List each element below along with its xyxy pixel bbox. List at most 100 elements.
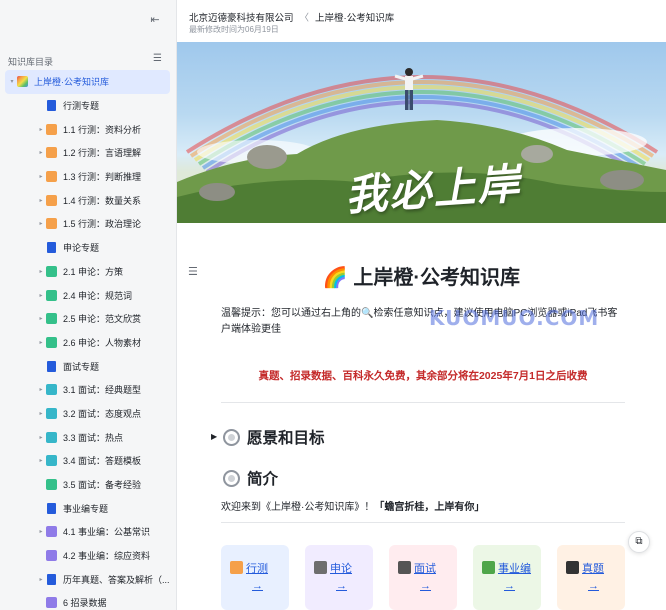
sidebar-item[interactable]: ▸ 2.5 申论：范文欣赏 bbox=[0, 307, 176, 331]
topic-icon bbox=[566, 561, 579, 575]
sheet-icon bbox=[46, 289, 57, 301]
sheet-icon bbox=[46, 479, 57, 491]
sidebar-item[interactable]: ▸ 3.3 面试：热点 bbox=[0, 425, 176, 449]
sidebar-item-label: 3.5 面试：备考经验 bbox=[63, 480, 142, 491]
sidebar-item[interactable]: ▸ 2.4 申论：规范词 bbox=[0, 283, 176, 307]
topic-card-link[interactable]: 行测 bbox=[246, 563, 268, 575]
sidebar-item-label: 行测专题 bbox=[63, 101, 100, 112]
expand-arrow-icon[interactable]: ▸ bbox=[36, 339, 46, 346]
sidebar-item-label: 4.2 事业编：综应资料 bbox=[63, 551, 151, 562]
expand-arrow-icon[interactable]: ▸ bbox=[36, 292, 46, 299]
sidebar-item[interactable]: ▸ 2.6 申论：人物素材 bbox=[0, 331, 176, 355]
tip-prefix: 温馨提示：您可以通过右上角的 bbox=[221, 308, 361, 319]
heading-vision-text: 愿景和目标 bbox=[247, 430, 325, 447]
arrow-right-icon[interactable]: → bbox=[504, 580, 541, 592]
breadcrumb-separator: 〈 bbox=[299, 13, 310, 24]
topic-card-link[interactable]: 事业编 bbox=[498, 563, 531, 575]
sidebar-item-label: 2.5 申论：范文欣赏 bbox=[63, 314, 142, 325]
topic-card[interactable]: 事业编 → bbox=[473, 545, 541, 610]
heading-intro: 简介 bbox=[223, 467, 278, 489]
sidebar-item[interactable]: 4.2 事业编：综应资料 bbox=[0, 544, 176, 568]
sidebar-item[interactable]: 事业编专题 bbox=[0, 496, 176, 520]
topic-card-link[interactable]: 真题 bbox=[582, 563, 604, 575]
sidebar-item[interactable]: ▸ 1.4 行测：数量关系 bbox=[0, 188, 176, 212]
breadcrumb-root[interactable]: 北京迈德豪科技有限公司 bbox=[189, 13, 294, 24]
sidebar-item[interactable]: ▸ 1.3 行测：判断推理 bbox=[0, 165, 176, 189]
sheet-icon bbox=[46, 147, 57, 159]
sidebar: ⇤ 知识库目录 ☰ ▾ 上岸橙·公考知识库 行测专题 ▸ 1.1 行测：资料分析 ▸ 1.2… bbox=[0, 0, 177, 610]
sheet-icon bbox=[46, 384, 57, 396]
knowledge-tree: ▾ 上岸橙·公考知识库 行测专题 ▸ 1.1 行测：资料分析 ▸ 1.2 行测：言语理解 ▸ 1… bbox=[0, 70, 176, 610]
sidebar-item[interactable]: 3.5 面试：备考经验 bbox=[0, 473, 176, 497]
arrow-right-icon[interactable]: → bbox=[336, 580, 373, 592]
topic-card[interactable]: 真题 → bbox=[557, 545, 625, 610]
intro-paragraph: 欢迎来到《上岸橙·公考知识库》！「蟾宫折桂，上岸有你」 bbox=[221, 498, 484, 513]
sidebar-item[interactable]: ▸ 2.1 申论：方策 bbox=[0, 260, 176, 284]
topic-card-link[interactable]: 面试 bbox=[414, 563, 436, 575]
sheet-icon bbox=[46, 407, 57, 419]
copy-link-icon[interactable]: ⧉ bbox=[628, 531, 650, 553]
topic-icon bbox=[398, 561, 411, 575]
topic-card-link[interactable]: 申论 bbox=[330, 563, 352, 575]
sidebar-item-label: 2.4 申论：规范词 bbox=[63, 290, 133, 301]
expand-arrow-icon[interactable]: ▸ bbox=[36, 315, 46, 322]
page-title-text: 上岸橙·公考知识库 bbox=[353, 267, 521, 289]
arrow-right-icon[interactable]: → bbox=[420, 580, 457, 592]
sidebar-item[interactable]: ▸ 历年真题、答案及解析（... bbox=[0, 567, 176, 591]
page-title: 🌈 上岸橙·公考知识库 bbox=[177, 261, 666, 290]
arrow-right-icon[interactable]: → bbox=[252, 580, 289, 592]
doc-icon bbox=[47, 360, 56, 372]
expand-arrow-icon[interactable]: ▶ bbox=[211, 432, 217, 441]
topic-card[interactable]: 申论 → bbox=[305, 545, 373, 610]
expand-arrow-icon[interactable]: ▸ bbox=[36, 528, 46, 535]
expand-arrow-icon[interactable]: ▸ bbox=[36, 410, 46, 417]
topic-cards: 行测 → 申论 → 面试 → 事业编 → 真题 → bbox=[221, 545, 625, 610]
expand-arrow-icon[interactable]: ▸ bbox=[36, 197, 46, 204]
sheet-icon bbox=[46, 194, 57, 206]
sidebar-item[interactable]: ▸ 3.4 面试：答题模板 bbox=[0, 449, 176, 473]
search-icon: 🔍 bbox=[361, 308, 374, 319]
sheet-icon bbox=[46, 526, 57, 538]
expand-arrow-icon[interactable]: ▸ bbox=[36, 126, 46, 133]
sidebar-item[interactable]: 面试专题 bbox=[0, 354, 176, 378]
topic-card[interactable]: 面试 → bbox=[389, 545, 457, 610]
sidebar-item-label: 1.2 行测：言语理解 bbox=[63, 148, 142, 159]
divider bbox=[221, 522, 625, 523]
breadcrumb-current[interactable]: 上岸橙·公考知识库 bbox=[315, 13, 394, 24]
toc-title: 知识库目录 bbox=[8, 57, 54, 67]
collapse-sidebar-icon[interactable]: ⇤ bbox=[148, 13, 162, 27]
sidebar-item[interactable]: 6 招录数据 bbox=[0, 591, 176, 610]
sidebar-item[interactable]: ▸ 3.2 面试：态度观点 bbox=[0, 402, 176, 426]
topic-card[interactable]: 行测 → bbox=[221, 545, 289, 610]
last-modified: 最新修改时间为06月19日 bbox=[189, 25, 279, 34]
sidebar-item[interactable]: ▸ 4.1 事业编：公基常识 bbox=[0, 520, 176, 544]
expand-arrow-icon[interactable]: ▸ bbox=[36, 576, 46, 583]
list-settings-icon[interactable]: ☰ bbox=[153, 52, 162, 66]
circle-icon bbox=[223, 428, 240, 446]
sidebar-item[interactable]: ▸ 1.5 行测：政治理论 bbox=[0, 212, 176, 236]
sidebar-item[interactable]: 行测专题 bbox=[0, 94, 176, 118]
expand-arrow-icon[interactable]: ▸ bbox=[36, 268, 46, 275]
sidebar-item[interactable]: ▾ 上岸橙·公考知识库 bbox=[5, 70, 170, 94]
sidebar-item-label: 1.4 行测：数量关系 bbox=[63, 195, 142, 206]
rainbow-icon bbox=[17, 76, 28, 88]
sidebar-item[interactable]: ▸ 1.1 行测：资料分析 bbox=[0, 117, 176, 141]
arrow-right-icon[interactable]: → bbox=[588, 580, 625, 592]
sidebar-item-label: 面试专题 bbox=[63, 361, 100, 372]
expand-arrow-icon[interactable]: ▾ bbox=[7, 78, 17, 85]
expand-arrow-icon[interactable]: ▸ bbox=[36, 173, 46, 180]
expand-arrow-icon[interactable]: ▸ bbox=[36, 149, 46, 156]
expand-arrow-icon[interactable]: ▸ bbox=[36, 457, 46, 464]
sheet-icon bbox=[46, 431, 57, 443]
expand-arrow-icon[interactable]: ▸ bbox=[36, 386, 46, 393]
sidebar-item[interactable]: 申论专题 bbox=[0, 236, 176, 260]
sheet-icon bbox=[46, 313, 57, 325]
sidebar-item[interactable]: ▸ 3.1 面试：经典题型 bbox=[0, 378, 176, 402]
expand-arrow-icon[interactable]: ▸ bbox=[36, 220, 46, 227]
watermark: KUOMUO.COM bbox=[429, 306, 600, 330]
breadcrumb: 北京迈德豪科技有限公司〈上岸橙·公考知识库 bbox=[189, 10, 394, 24]
doc-icon bbox=[47, 242, 56, 254]
sheet-icon bbox=[46, 171, 57, 183]
sidebar-item[interactable]: ▸ 1.2 行测：言语理解 bbox=[0, 141, 176, 165]
expand-arrow-icon[interactable]: ▸ bbox=[36, 434, 46, 441]
